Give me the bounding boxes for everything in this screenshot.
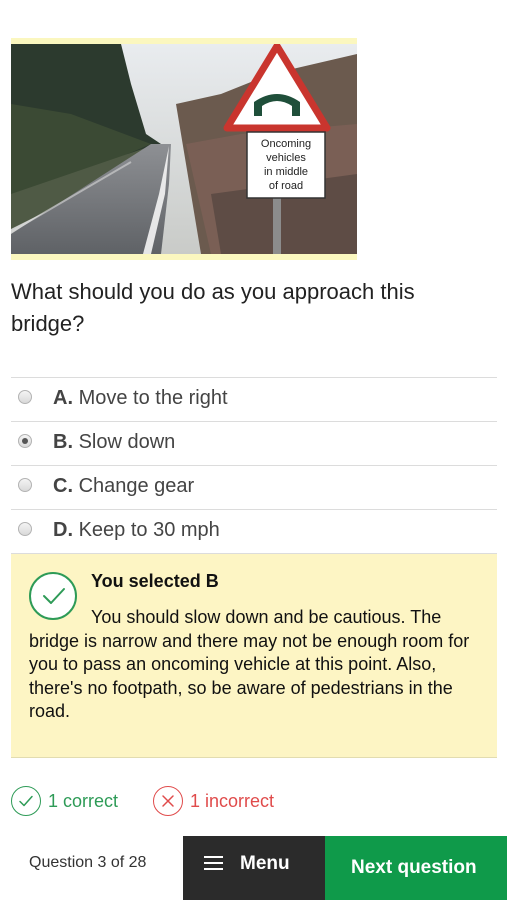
option-d-label: D. Keep to 30 mph [53,519,220,542]
option-c-letter: C. [53,475,73,497]
option-c-label: C. Change gear [53,475,194,498]
sign-text-line-3: in middle [264,166,308,178]
option-a-letter: A. [53,387,73,409]
question-text: What should you do as you approach this … [11,279,415,336]
option-a-text: Move to the right [78,387,228,409]
option-c-radio[interactable] [18,478,32,492]
check-circle-icon [11,786,41,816]
option-d-radio[interactable] [18,522,32,536]
option-c[interactable]: C. Change gear [11,466,497,510]
option-b-text: Slow down [78,431,176,453]
answer-feedback-panel: You selected B You should slow down and … [11,554,497,758]
sign-text-line-1: Oncoming [261,138,311,150]
next-question-button[interactable]: Next question [325,836,507,900]
question-progress: Question 3 of 28 [29,854,147,871]
sign-text-line-4: of road [269,180,303,192]
incorrect-count-label: 1 incorrect [190,791,275,811]
menu-button[interactable]: Menu [183,836,325,900]
option-a-radio[interactable] [18,390,32,404]
question-image: Oncoming vehicles in middle of road [11,38,357,260]
next-question-label: Next question [351,857,477,878]
option-b[interactable]: B. Slow down [11,422,497,466]
answer-options: A. Move to the right B. Slow down C. Cha… [11,377,497,554]
feedback-title: You selected B [91,571,219,591]
option-b-letter: B. [53,431,73,453]
sign-text-line-2: vehicles [266,152,306,164]
option-c-text: Change gear [78,475,195,497]
hamburger-icon [204,856,223,870]
option-a-label: A. Move to the right [53,387,228,410]
cross-circle-icon [153,786,183,816]
road-sign-photo: Oncoming vehicles in middle of road [11,44,357,254]
option-a[interactable]: A. Move to the right [11,378,497,422]
menu-label: Menu [240,853,290,874]
option-d-letter: D. [53,519,73,541]
option-d[interactable]: D. Keep to 30 mph [11,510,497,554]
footer-bar: Question 3 of 28 Menu Next question [0,836,507,900]
option-b-label: B. Slow down [53,431,175,454]
correct-count-label: 1 correct [48,791,119,811]
feedback-explanation: You should slow down and be cautious. Th… [29,607,470,721]
option-b-radio[interactable] [18,434,32,448]
option-d-text: Keep to 30 mph [78,519,220,541]
